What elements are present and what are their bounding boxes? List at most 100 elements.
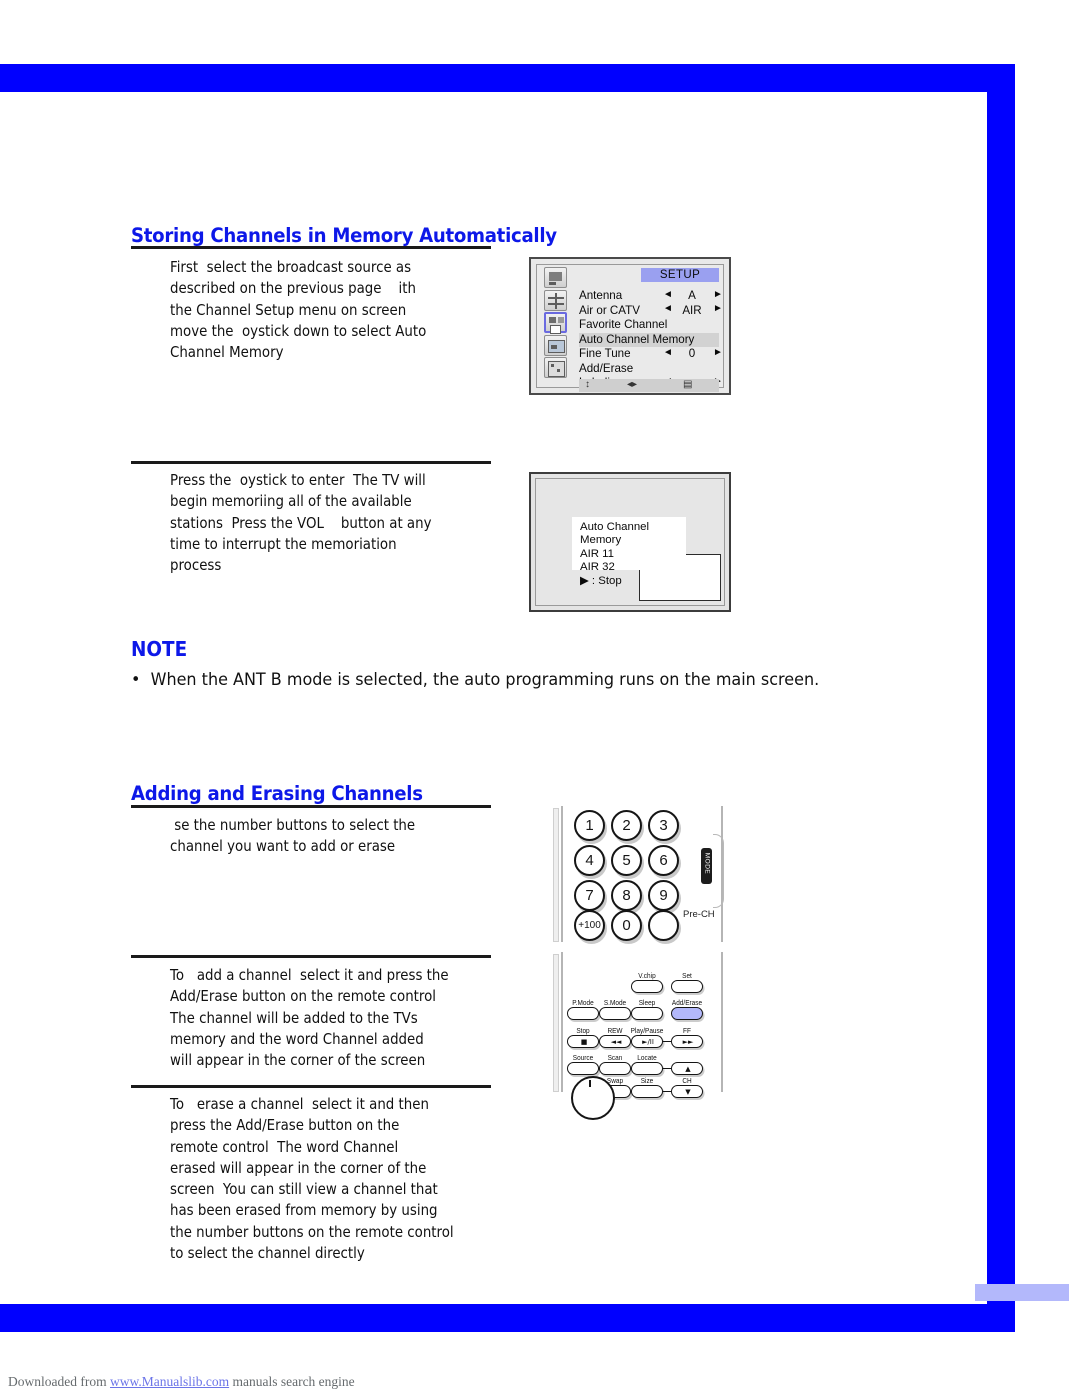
function-button-glyph: ▲ bbox=[685, 1064, 691, 1073]
keypad-button-plus100[interactable]: +100 bbox=[574, 910, 605, 941]
osd-line-3: ▶ : Stop bbox=[580, 574, 622, 587]
remote-button-sleep[interactable] bbox=[631, 1007, 663, 1020]
keypad-button-0[interactable]: 0 bbox=[611, 910, 642, 941]
remote-button-source[interactable] bbox=[567, 1062, 599, 1075]
function-button-label: V.chip bbox=[638, 971, 656, 980]
note-bullet-text: • When the ANT B mode is selected, the a… bbox=[131, 670, 820, 689]
tv-auto-channel-memory-screen: Auto Channel Memory AIR 11 AIR 32 ▶ : Stop bbox=[529, 472, 731, 612]
remote-button-play-pause[interactable]: ►/II bbox=[631, 1035, 663, 1048]
remote-left-edge-upper bbox=[553, 808, 559, 942]
setup-row-label: Fine Tune bbox=[579, 347, 631, 360]
nav-leftright-icon: ◂▸ bbox=[627, 379, 638, 390]
auto-channel-memory-osd: Auto Channel Memory AIR 11 AIR 32 ▶ : Stop bbox=[572, 517, 686, 587]
remote-button-ff[interactable]: ►► bbox=[671, 1035, 703, 1048]
footer-suffix: manuals search engine bbox=[229, 1374, 355, 1389]
remote-number-keypad: MODE 1 2 3 4 5 6 7 8 9 +100 0 Pre-CH bbox=[553, 806, 731, 942]
page-frame-right-bar bbox=[987, 64, 1015, 1332]
setup-row-antenna[interactable]: Antenna ◄ A ► bbox=[579, 289, 723, 304]
mode-button[interactable]: MODE bbox=[701, 848, 712, 884]
mode-button-label: MODE bbox=[703, 852, 711, 875]
setup-row-add-erase[interactable]: Add/Erase bbox=[579, 362, 719, 377]
step-text-storing-2: Press the oystick to enter The TV will b… bbox=[170, 471, 432, 575]
setup-row-label: Antenna bbox=[579, 289, 623, 302]
keypad-button-5[interactable]: 5 bbox=[611, 845, 642, 876]
remote-button-scan[interactable] bbox=[599, 1062, 631, 1075]
remote-button-stop[interactable]: ■ bbox=[567, 1035, 599, 1048]
pre-ch-button[interactable] bbox=[648, 910, 679, 941]
function-button-label: P.Mode bbox=[572, 998, 594, 1007]
step-divider-2 bbox=[131, 955, 491, 958]
keypad-button-label: 6 bbox=[659, 852, 668, 869]
keypad-button-label: 9 bbox=[659, 887, 668, 904]
function-button-label: Sleep bbox=[638, 998, 656, 1007]
function-button-label: Stop bbox=[576, 1026, 590, 1035]
keypad-button-9[interactable]: 9 bbox=[648, 880, 679, 911]
keypad-button-label: 1 bbox=[585, 817, 594, 834]
function-button-label: FF bbox=[683, 1026, 691, 1035]
keypad-button-label: 7 bbox=[585, 887, 594, 904]
button-connector bbox=[663, 1041, 671, 1043]
setup-row-label: Auto Channel Memory bbox=[579, 332, 695, 346]
remote-button-size[interactable] bbox=[631, 1085, 663, 1098]
function-button-glyph: ◄◄ bbox=[610, 1037, 622, 1046]
setup-row-label: Add/Erase bbox=[579, 361, 634, 375]
remote-button-s-mode[interactable] bbox=[599, 1007, 631, 1020]
function-button-glyph: ►/II bbox=[642, 1037, 654, 1046]
nav-updown-icon: ↕ bbox=[585, 379, 590, 390]
function-button-label: S.Mode bbox=[603, 998, 627, 1007]
setup-row-label: Air or CATV bbox=[579, 303, 640, 317]
remote-dial-mark bbox=[589, 1080, 591, 1087]
keypad-button-2[interactable]: 2 bbox=[611, 810, 642, 841]
remote-button-v-chip[interactable] bbox=[631, 980, 663, 993]
step-text-storing-1: First select the broadcast source as des… bbox=[170, 258, 427, 362]
setup-row-favorite-channel[interactable]: Favorite Channel bbox=[579, 318, 719, 333]
keypad-button-3[interactable]: 3 bbox=[648, 810, 679, 841]
audio-icon[interactable] bbox=[544, 289, 567, 311]
keypad-button-label: +100 bbox=[578, 920, 601, 931]
function-button-label: Locate bbox=[637, 1053, 657, 1062]
remote-side-rail bbox=[713, 834, 724, 908]
remote-button-button[interactable]: ▲ bbox=[671, 1062, 703, 1075]
setup-row-auto-channel-memory[interactable]: Auto Channel Memory bbox=[579, 332, 719, 347]
manualslib-link[interactable]: www.Manualslib.com bbox=[110, 1374, 229, 1389]
keypad-button-1[interactable]: 1 bbox=[574, 810, 605, 841]
picture-icon[interactable] bbox=[544, 267, 567, 288]
keypad-button-4[interactable]: 4 bbox=[574, 845, 605, 876]
remote-button-locate[interactable] bbox=[631, 1062, 663, 1075]
remote-left-edge-lower bbox=[553, 954, 559, 1092]
setup-row-fine-tune[interactable]: Fine Tune ◄ 0 ► bbox=[579, 347, 723, 362]
right-arrow-icon[interactable]: ► bbox=[713, 303, 723, 314]
keypad-button-7[interactable]: 7 bbox=[574, 880, 605, 911]
osd-line-2: AIR 32 bbox=[580, 561, 615, 574]
heading-rule-adding bbox=[131, 805, 491, 808]
keypad-button-label: 8 bbox=[622, 887, 631, 904]
channel-icon[interactable] bbox=[544, 312, 567, 334]
function-button-glyph: ■ bbox=[580, 1037, 588, 1046]
osd-line-0: Auto Channel Memory bbox=[580, 521, 650, 547]
remote-button-ch[interactable]: ▼ bbox=[671, 1085, 703, 1098]
function-icon[interactable] bbox=[544, 357, 567, 378]
remote-dial[interactable] bbox=[571, 1076, 615, 1120]
setup-footer-bar: ↕ ◂▸ ▤ bbox=[579, 379, 719, 392]
function-button-label: Add/Erase bbox=[671, 998, 703, 1007]
setup-row-air-or-catv[interactable]: Air or CATV ◄ AIR ► bbox=[579, 303, 723, 319]
keypad-button-8[interactable]: 8 bbox=[611, 880, 642, 911]
screen-icon[interactable] bbox=[544, 334, 567, 356]
remote-button-p-mode[interactable] bbox=[567, 1007, 599, 1020]
keypad-button-label: 4 bbox=[585, 852, 594, 869]
keypad-button-label: 5 bbox=[622, 852, 631, 869]
function-button-label: Size bbox=[640, 1076, 654, 1085]
step-divider-3 bbox=[131, 1085, 491, 1088]
remote-button-rew[interactable]: ◄◄ bbox=[599, 1035, 631, 1048]
page-frame-bottom-bar bbox=[0, 1304, 1015, 1332]
remote-function-panel: V.chip Set P.Mode S.Mode Sleep Add/Erase Stop ■… bbox=[553, 952, 731, 1120]
function-button-label: Play/Pause bbox=[630, 1026, 664, 1035]
right-arrow-icon[interactable]: ► bbox=[713, 347, 723, 358]
right-arrow-icon[interactable]: ► bbox=[713, 289, 723, 300]
heading-rule-storing bbox=[131, 246, 491, 249]
keypad-button-6[interactable]: 6 bbox=[648, 845, 679, 876]
remote-button-set[interactable] bbox=[671, 980, 703, 993]
keypad-button-label: 2 bbox=[622, 817, 631, 834]
page-frame-top-bar bbox=[0, 64, 1015, 92]
remote-button-add-erase[interactable] bbox=[671, 1007, 703, 1020]
